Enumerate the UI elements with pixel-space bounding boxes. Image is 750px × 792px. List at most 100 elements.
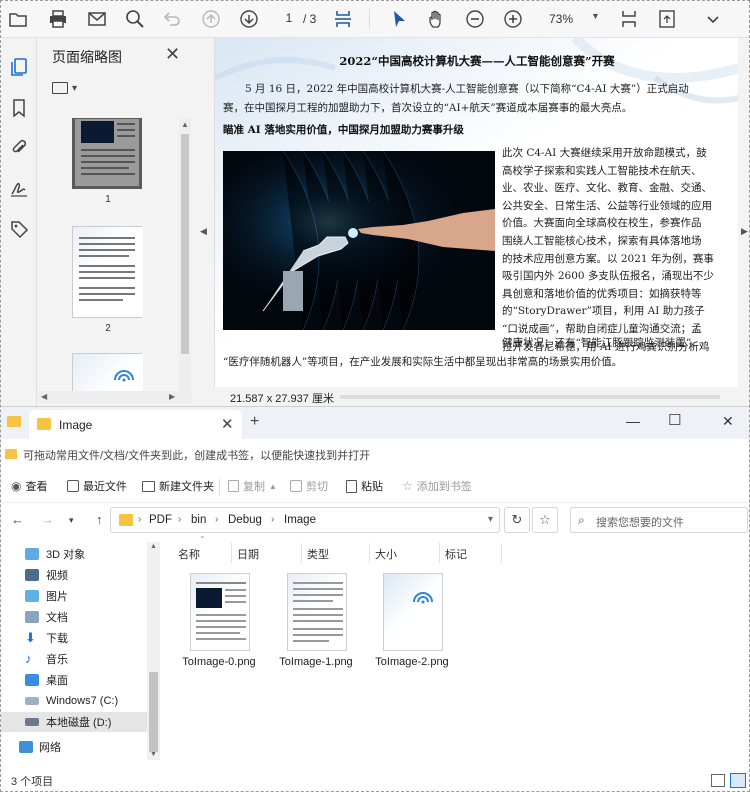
find-icon[interactable] (123, 7, 147, 31)
paragraph-line: 的技术应用创意方案。以 2021 年为例，赛事 (502, 252, 714, 265)
column-header-tag[interactable]: 标记 (445, 546, 467, 562)
tree-scrollbar[interactable]: ▲ ▼ (147, 542, 160, 760)
maximize-icon[interactable]: ☐ (668, 411, 681, 429)
refresh-icon[interactable]: ↻ (504, 507, 530, 533)
folder-icon (5, 449, 17, 459)
column-divider[interactable] (231, 543, 232, 563)
fit-width-icon[interactable] (617, 7, 641, 31)
column-header-name[interactable]: 名称 (178, 546, 200, 562)
search-icon: ⌕ (578, 513, 585, 527)
print-icon[interactable] (46, 7, 70, 31)
document-horizontal-scrollbar[interactable] (340, 395, 720, 399)
undo-icon[interactable] (160, 7, 184, 31)
column-header-type[interactable]: 类型 (307, 546, 329, 562)
column-divider[interactable] (301, 543, 302, 563)
breadcrumb-bin[interactable]: bin (191, 514, 206, 526)
column-header-date[interactable]: 日期 (237, 546, 259, 562)
page-thumbnails-icon[interactable] (8, 56, 30, 78)
cut-button[interactable]: 剪切 (290, 478, 328, 494)
fit-page-icon[interactable] (331, 7, 355, 31)
large-icons-view-icon[interactable] (730, 773, 746, 788)
previous-page-icon[interactable] (199, 7, 223, 31)
hand-tool-icon[interactable] (425, 7, 449, 31)
address-bar[interactable]: › PDF › bin › Debug › Image ▾ (110, 507, 500, 533)
pdf-status-bar: 21.587 x 27.937 厘米 (214, 387, 749, 406)
bookmark-star-icon[interactable]: ☆ (532, 507, 558, 533)
pdf-toolbar: / 3 73% ▼ (1, 1, 749, 38)
page-thumbnail-1[interactable] (72, 118, 142, 189)
tab-image[interactable]: Image ✕ (29, 410, 242, 439)
tree-item-network[interactable]: 网络 (1, 737, 147, 757)
column-divider[interactable] (439, 543, 440, 563)
scrollbar-thumb[interactable] (181, 134, 189, 354)
email-icon[interactable] (85, 7, 109, 31)
bookmark-icon[interactable] (8, 97, 30, 119)
column-header-size[interactable]: 大小 (375, 546, 397, 562)
open-folder-icon[interactable] (6, 7, 30, 31)
select-cursor-icon[interactable] (387, 7, 411, 31)
breadcrumb-debug[interactable]: Debug (228, 514, 262, 526)
details-view-icon[interactable] (711, 774, 725, 787)
file-item[interactable]: ToImage-1.png (271, 569, 361, 669)
tag-icon[interactable] (8, 218, 30, 240)
up-folder-icon[interactable]: ↑ (96, 512, 103, 527)
tree-item-c-drive[interactable]: Windows7 (C:) (1, 691, 147, 711)
page-number-input[interactable] (278, 8, 300, 28)
drive-icon (25, 718, 39, 726)
column-divider[interactable] (369, 543, 370, 563)
breadcrumb-image[interactable]: Image (284, 514, 316, 526)
collapse-left-icon[interactable]: ◀ (200, 226, 207, 237)
file-item[interactable]: ToImage-2.png (367, 569, 457, 669)
tree-item-pictures[interactable]: 图片 (1, 586, 147, 606)
tree-item-downloads[interactable]: ⬇ 下载 (1, 628, 147, 648)
close-icon[interactable]: ✕ (165, 44, 180, 65)
breadcrumb-pdf[interactable]: PDF (149, 514, 172, 526)
tree-item-3d-objects[interactable]: 3D 对象 (1, 544, 147, 564)
view-button[interactable]: ◉ 查看 (11, 478, 47, 494)
more-icon[interactable] (701, 7, 725, 31)
rotate-view-icon[interactable] (655, 7, 679, 31)
recent-label: 最近文件 (83, 481, 127, 493)
next-page-icon[interactable] (237, 7, 261, 31)
file-item[interactable]: ToImage-0.png (174, 569, 264, 669)
thumbnail-horizontal-scrollbar[interactable]: ◀ ▶ (38, 391, 192, 403)
document-vertical-scrollbar[interactable]: ▶ (738, 38, 749, 387)
paragraph-line: 此次 C4-AI 大赛继续采用开放命题模式，鼓 (502, 147, 707, 159)
chevron-down-icon[interactable]: ▾ (488, 514, 493, 525)
zoom-dropdown-icon[interactable]: ▼ (591, 11, 600, 21)
paste-label: 粘贴 (361, 481, 383, 493)
forward-icon[interactable]: → (41, 512, 54, 527)
thumbnail-scrollbar[interactable]: ▲ ▼ (179, 118, 191, 402)
add-bookmark-button[interactable]: ☆ 添加到书签 (402, 478, 472, 494)
file-list: ⌃ 名称 日期 类型 大小 标记 ToImage-0.png ToImage-1… (171, 535, 749, 769)
zoom-in-icon[interactable] (501, 7, 525, 31)
thumbnail-options-button[interactable]: ▾ (52, 82, 77, 94)
history-dropdown-icon[interactable]: ▾ (69, 515, 74, 526)
new-folder-button[interactable]: 新建文件夹 (142, 478, 214, 494)
picture-icon (25, 590, 39, 602)
recent-files-button[interactable]: 最近文件 (67, 478, 127, 494)
scrollbar-thumb[interactable] (149, 672, 158, 752)
page-thumbnail-3[interactable] (72, 353, 143, 391)
tree-item-desktop[interactable]: 桌面 (1, 670, 147, 690)
close-window-icon[interactable]: ✕ (722, 413, 734, 430)
column-divider[interactable] (501, 543, 502, 563)
video-icon (25, 569, 39, 581)
back-icon[interactable]: ← (11, 512, 24, 527)
zoom-out-icon[interactable] (463, 7, 487, 31)
tree-item-music[interactable]: ♪ 音乐 (1, 649, 147, 669)
tree-item-d-drive[interactable]: 本地磁盘 (D:) (1, 712, 147, 732)
collapse-right-icon[interactable]: ▶ (741, 226, 748, 237)
tree-item-videos[interactable]: 视频 (1, 565, 147, 585)
copy-button[interactable]: 复制 ▲ (228, 478, 277, 494)
close-tab-icon[interactable]: ✕ (221, 415, 234, 433)
tree-item-documents[interactable]: 文档 (1, 607, 147, 627)
new-tab-icon[interactable]: + (250, 413, 259, 431)
search-input[interactable]: ⌕ 搜索您想要的文件 (570, 507, 748, 533)
minimize-icon[interactable]: — (626, 413, 640, 429)
page-thumbnail-2[interactable] (72, 226, 143, 318)
zoom-level[interactable]: 73% (549, 12, 573, 26)
paste-button[interactable]: 粘贴 (346, 478, 383, 494)
signature-icon[interactable] (8, 177, 30, 199)
attachment-icon[interactable] (8, 137, 30, 159)
